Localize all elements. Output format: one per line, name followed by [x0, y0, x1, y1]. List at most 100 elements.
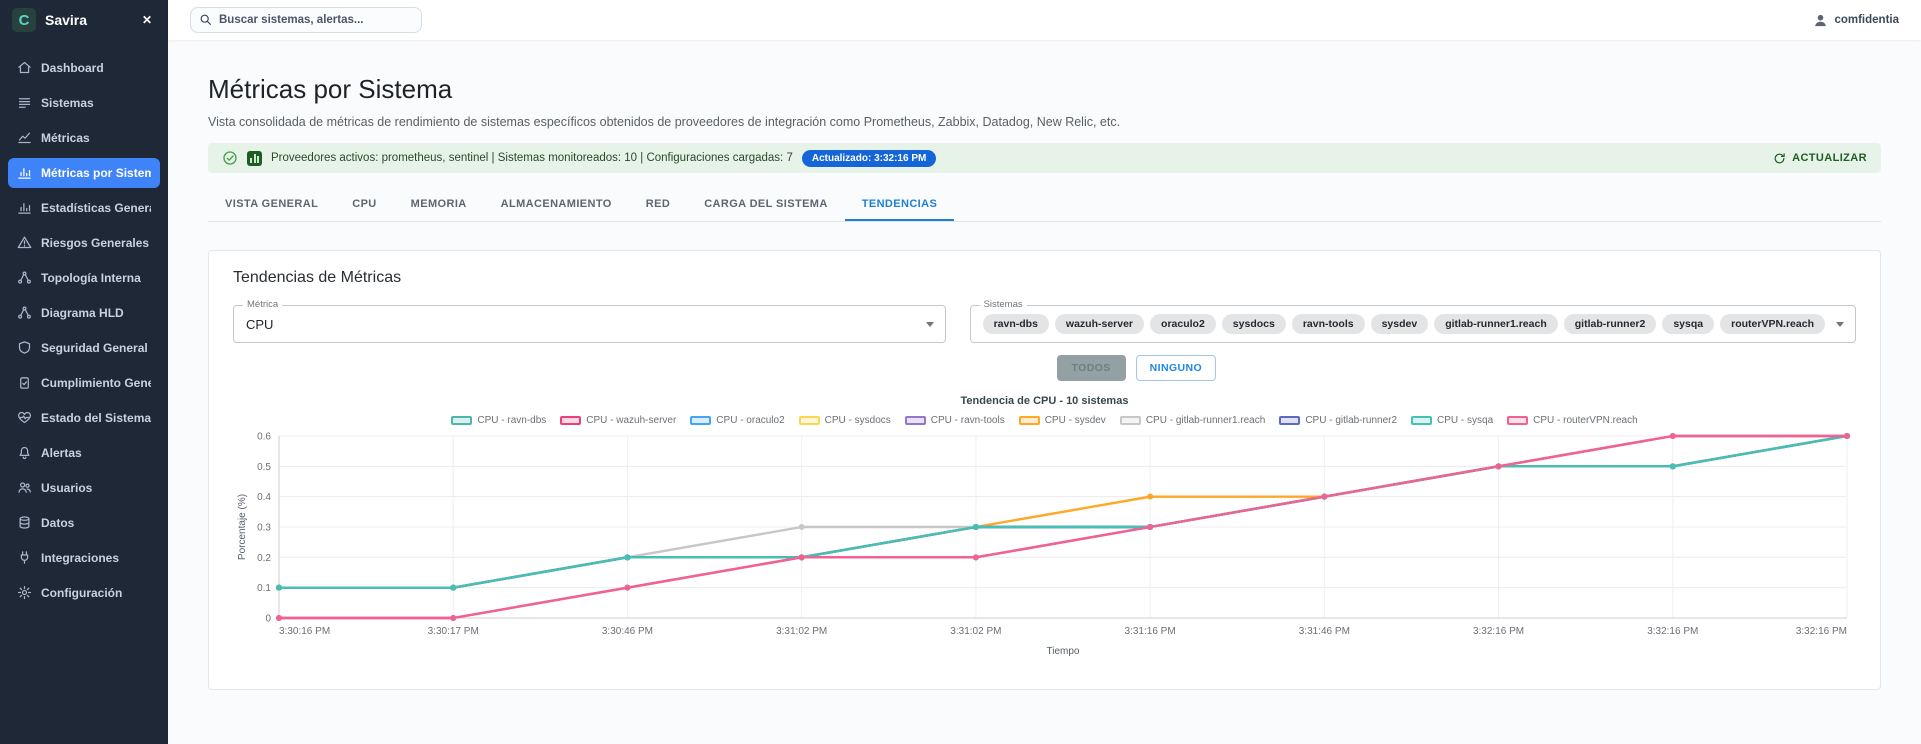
- sidebar-item-label: Cumplimiento General: [41, 375, 151, 390]
- legend-item[interactable]: CPU - routerVPN.reach: [1507, 415, 1638, 426]
- user-menu[interactable]: comfidentia: [1813, 13, 1899, 28]
- username: comfidentia: [1834, 14, 1899, 26]
- sidebar-item-alertas[interactable]: Alertas: [8, 438, 160, 468]
- tab-red[interactable]: RED: [629, 189, 687, 221]
- system-chips: ravn-dbs wazuh-server oraculo2 sysdocs ravn-…: [982, 314, 1825, 334]
- legend-swatch: [1279, 416, 1301, 425]
- legend-label: CPU - ravn-dbs: [477, 415, 547, 426]
- tab-almacenamiento[interactable]: ALMACENAMIENTO: [484, 189, 629, 221]
- close-icon[interactable]: ✕: [138, 11, 156, 29]
- search-input[interactable]: [190, 7, 422, 33]
- sidebar-item-dashboard[interactable]: Dashboard: [8, 53, 160, 83]
- system-chip[interactable]: ravn-tools: [1291, 314, 1365, 334]
- network-icon: [18, 306, 31, 319]
- trends-card: Tendencias de Métricas Métrica CPU Siste…: [208, 250, 1881, 690]
- sidebar-item-integraciones[interactable]: Integraciones: [8, 543, 160, 573]
- system-chip[interactable]: sysqa: [1662, 314, 1715, 334]
- chevron-down-icon: [925, 322, 934, 327]
- sidebar-item-riesgos-generales[interactable]: Riesgos Generales: [8, 228, 160, 258]
- sidebar-item-seguridad-general[interactable]: Seguridad General: [8, 333, 160, 363]
- tab-bar: VISTA GENERAL CPU MEMORIA ALMACENAMIENTO RED…: [208, 189, 1881, 222]
- legend-swatch: [560, 416, 582, 425]
- sidebar-item-topolog-a-interna[interactable]: Topología Interna: [8, 263, 160, 293]
- legend-item[interactable]: CPU - ravn-dbs: [451, 415, 546, 426]
- tab-memoria[interactable]: MEMORIA: [394, 189, 484, 221]
- gear-icon: [17, 585, 32, 600]
- warning-icon: [17, 236, 32, 249]
- page-title: Métricas por Sistema: [208, 74, 453, 104]
- sidebar-item-label: Métricas: [41, 130, 90, 145]
- legend-item[interactable]: CPU - gitlab-runner1.reach: [1119, 415, 1265, 426]
- legend-label: CPU - routerVPN.reach: [1533, 415, 1638, 426]
- svg-text:3:32:16 PM: 3:32:16 PM: [1796, 626, 1847, 637]
- system-chip[interactable]: ravn-dbs: [982, 314, 1049, 334]
- chart-bar-icon: [18, 168, 31, 179]
- legend-label: CPU - sysqa: [1437, 415, 1494, 426]
- legend-item[interactable]: CPU - wazuh-server: [560, 415, 676, 426]
- sidebar-item-label: Seguridad General: [41, 340, 148, 355]
- database-icon: [19, 516, 30, 529]
- metric-select[interactable]: Métrica CPU: [233, 299, 946, 343]
- legend-item[interactable]: CPU - gitlab-runner2: [1279, 415, 1397, 426]
- svg-text:Porcentaje (%): Porcentaje (%): [237, 494, 248, 560]
- svg-text:3:30:17 PM: 3:30:17 PM: [428, 626, 479, 637]
- svg-text:3:30:46 PM: 3:30:46 PM: [602, 626, 653, 637]
- page-subtitle: Vista consolidada de métricas de rendimi…: [208, 115, 1121, 129]
- legend-swatch: [904, 416, 926, 425]
- line-chart: 0 0.1 0.2 0.3 0.4 0.5 0.6 3:30:16 PM 3:30:17 PM 3…: [237, 432, 1850, 657]
- sidebar-item-m-tricas[interactable]: Métricas: [8, 123, 160, 153]
- updated-badge: Actualizado: 3:32:16 PM: [801, 149, 937, 167]
- sidebar-item-estado-del-sistema[interactable]: Estado del Sistema: [8, 403, 160, 433]
- legend-swatch: [1411, 416, 1433, 425]
- tab-tendencias[interactable]: TENDENCIAS: [844, 189, 955, 221]
- system-chip[interactable]: gitlab-runner2: [1563, 314, 1657, 334]
- svg-text:Tiempo: Tiempo: [1047, 646, 1080, 657]
- svg-text:0.6: 0.6: [257, 432, 271, 443]
- sidebar-item-estad-sticas-generales[interactable]: Estadísticas Generales: [8, 193, 160, 223]
- clipboard-icon: [20, 377, 29, 389]
- legend-item[interactable]: CPU - oraculo2: [690, 415, 785, 426]
- legend-label: CPU - gitlab-runner2: [1305, 415, 1398, 426]
- sidebar-item-datos[interactable]: Datos: [8, 508, 160, 538]
- sidebar-item-label: Integraciones: [41, 550, 120, 565]
- svg-text:3:32:16 PM: 3:32:16 PM: [1647, 626, 1698, 637]
- rows-icon: [18, 98, 31, 108]
- system-chip[interactable]: oraculo2: [1150, 314, 1216, 334]
- system-chip[interactable]: wazuh-server: [1054, 314, 1145, 334]
- legend-item[interactable]: CPU - sysdocs: [798, 415, 891, 426]
- sidebar-item-usuarios[interactable]: Usuarios: [8, 473, 160, 503]
- sidebar-item-label: Estadísticas Generales: [41, 200, 151, 215]
- metric-select-label: Métrica: [243, 299, 283, 310]
- tab-cpu[interactable]: CPU: [335, 189, 393, 221]
- svg-text:0.4: 0.4: [257, 492, 271, 503]
- bar-chart-icon: [247, 150, 262, 166]
- legend-item[interactable]: CPU - ravn-tools: [904, 415, 1005, 426]
- system-chip[interactable]: sysdocs: [1221, 314, 1286, 334]
- sidebar-item-label: Usuarios: [41, 480, 93, 495]
- chart-bar-icon: [18, 203, 31, 214]
- sidebar-item-label: Riesgos Generales: [41, 235, 150, 250]
- tab-carga-del-sistema[interactable]: CARGA DEL SISTEMA: [687, 189, 845, 221]
- select-none-button[interactable]: NINGUNO: [1135, 355, 1217, 381]
- brand-name: Savira: [45, 12, 88, 28]
- system-chip[interactable]: gitlab-runner1.reach: [1434, 314, 1558, 334]
- sidebar-item-label: Configuración: [41, 585, 123, 600]
- system-chip[interactable]: sysdev: [1370, 314, 1429, 334]
- systems-select[interactable]: Sistemas ravn-dbs wazuh-server oraculo2 sys…: [969, 299, 1856, 343]
- svg-text:0.3: 0.3: [257, 523, 271, 534]
- sidebar-item-cumplimiento-general[interactable]: Cumplimiento General: [8, 368, 160, 398]
- refresh-button[interactable]: ACTUALIZAR: [1773, 152, 1867, 165]
- sidebar-item-label: Topología Interna: [41, 270, 141, 285]
- tab-vista-general[interactable]: VISTA GENERAL: [208, 189, 335, 221]
- sidebar-item-label: Métricas por Sistema: [41, 165, 151, 180]
- sidebar-item-configuraci-n[interactable]: Configuración: [8, 578, 160, 608]
- sidebar-item-sistemas[interactable]: Sistemas: [8, 88, 160, 118]
- card-title: Tendencias de Métricas: [233, 269, 402, 286]
- system-chip[interactable]: routerVPN.reach: [1720, 314, 1825, 334]
- legend-swatch: [1507, 416, 1529, 425]
- legend-item[interactable]: CPU - sysdev: [1018, 415, 1106, 426]
- legend-item[interactable]: CPU - sysqa: [1411, 415, 1493, 426]
- sidebar-item-m-tricas-por-sistema[interactable]: Métricas por Sistema: [8, 157, 160, 188]
- sidebar-item-diagrama-hld[interactable]: Diagrama HLD: [8, 298, 160, 328]
- select-all-button[interactable]: TODOS: [1056, 355, 1126, 381]
